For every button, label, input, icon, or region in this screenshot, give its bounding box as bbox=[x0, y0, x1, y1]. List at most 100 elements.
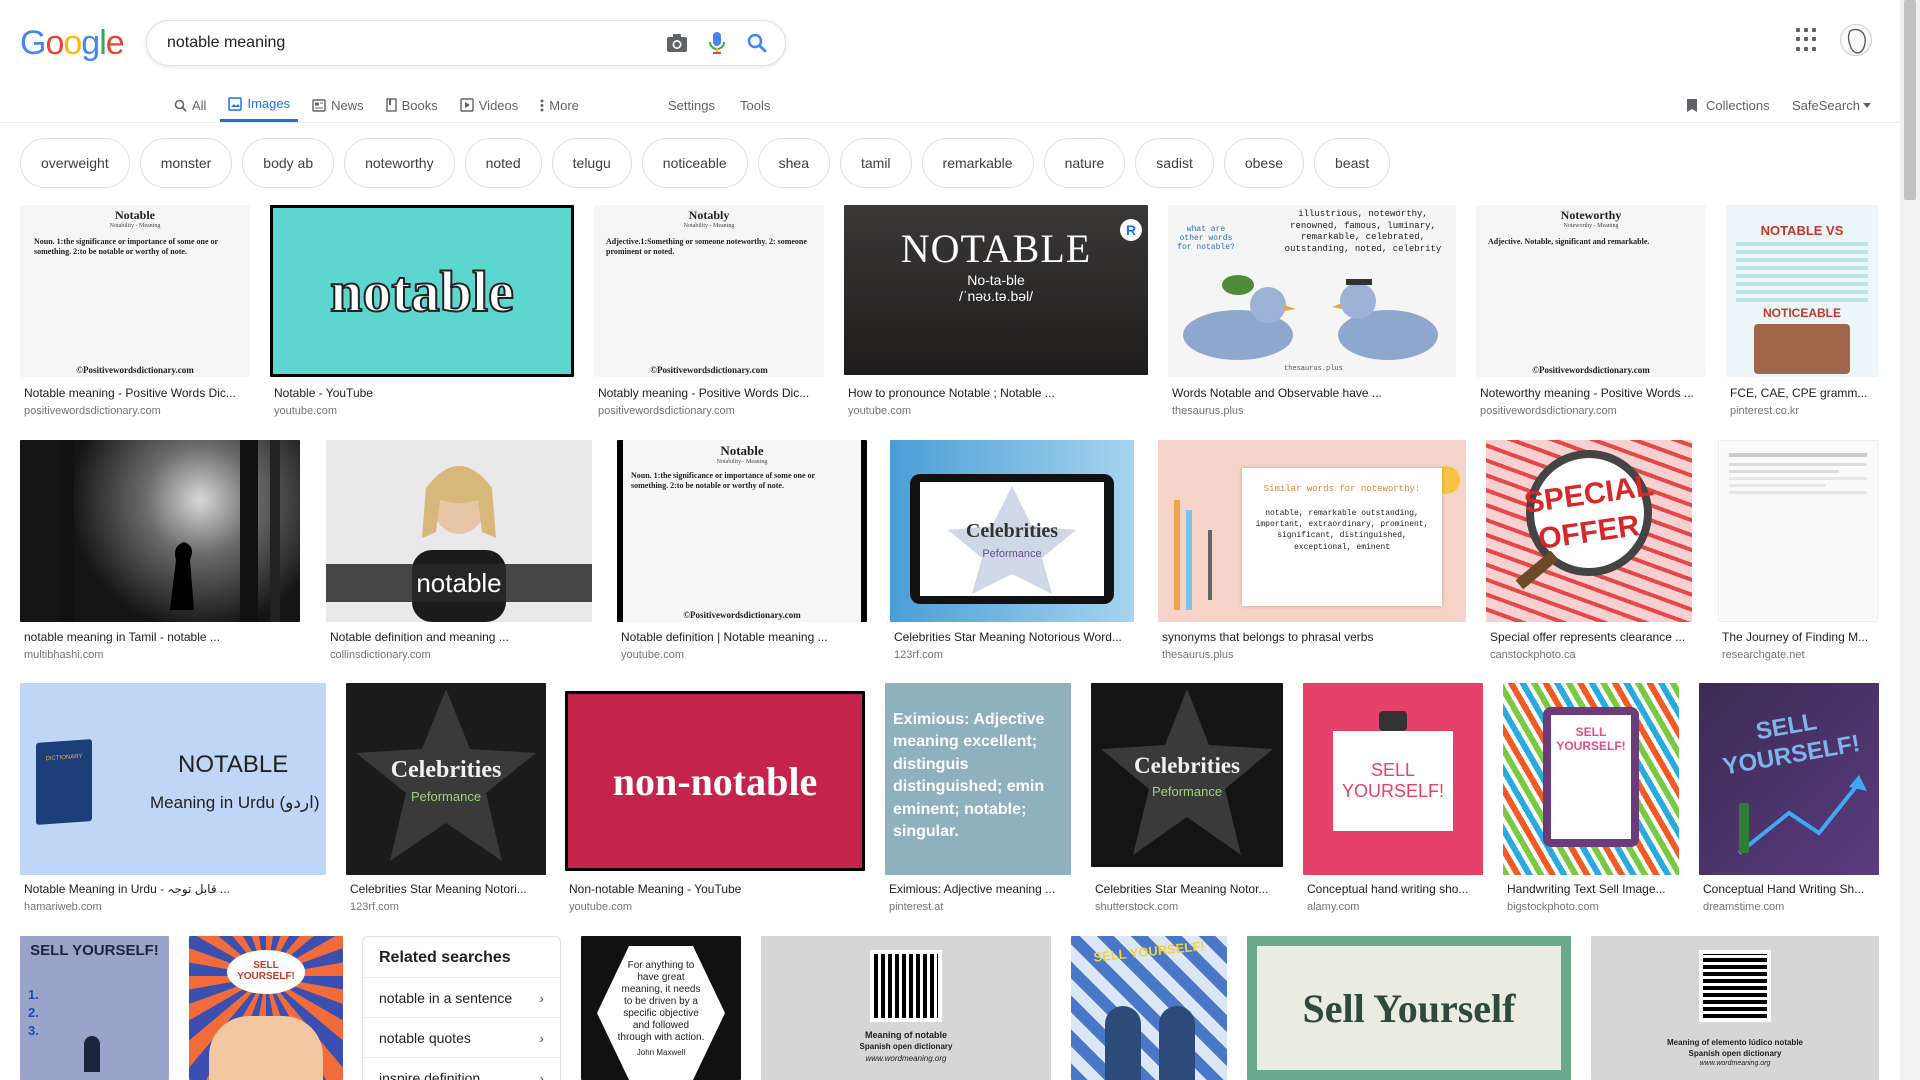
result-source[interactable]: alamy.com bbox=[1307, 901, 1483, 913]
search-input[interactable]: notable meaning bbox=[167, 34, 657, 52]
related-search-item[interactable]: notable quotes › bbox=[363, 1017, 560, 1057]
image-result[interactable]: Eximious: Adjective meaning excellent; d… bbox=[885, 683, 1071, 915]
result-caption[interactable]: Words Notable and Observable have ... bbox=[1172, 386, 1456, 400]
result-caption[interactable]: Notable definition and meaning ... bbox=[330, 630, 592, 644]
chip[interactable]: noted bbox=[464, 138, 542, 188]
chip[interactable]: obese bbox=[1223, 138, 1305, 188]
tab-images[interactable]: Images bbox=[220, 88, 299, 122]
chip[interactable]: overweight bbox=[20, 138, 130, 188]
chip[interactable]: sadist bbox=[1135, 138, 1214, 188]
scrollbar-thumb[interactable] bbox=[1904, 0, 1916, 200]
chip[interactable]: tamil bbox=[839, 138, 912, 188]
chip[interactable]: telugu bbox=[551, 138, 632, 188]
result-source[interactable]: youtube.com bbox=[569, 901, 865, 913]
result-thumbnail[interactable]: SPECIAL OFFER bbox=[1486, 440, 1692, 622]
result-caption[interactable]: FCE, CAE, CPE gramm... bbox=[1730, 386, 1880, 400]
image-result[interactable]: Celebrities Peformance Celebrities Star … bbox=[890, 440, 1134, 661]
scrollbar[interactable] bbox=[1900, 0, 1920, 1080]
chip[interactable]: shea bbox=[757, 138, 830, 188]
result-thumbnail[interactable]: non-notable bbox=[565, 691, 865, 871]
image-result[interactable]: notable Notable - YouTube youtube.com bbox=[270, 205, 574, 425]
result-thumbnail[interactable]: NOTABLE VS NOTICEABLE bbox=[1726, 205, 1878, 377]
result-thumbnail[interactable]: Meaning of notable Spanish open dictiona… bbox=[761, 936, 1051, 1080]
result-caption[interactable]: How to pronounce Notable ; Notable ... bbox=[848, 386, 1148, 400]
result-caption[interactable]: Eximious: Adjective meaning ... bbox=[889, 882, 1071, 896]
image-result[interactable]: notable meaning in Tamil - notable ... m… bbox=[20, 440, 300, 661]
image-result[interactable]: Sell Yourself bbox=[1247, 936, 1571, 1080]
image-result[interactable]: SELL YOURSELF! Handwriting Text Sell Ima… bbox=[1503, 683, 1679, 915]
image-result[interactable]: non-notable Non-notable Meaning - YouTub… bbox=[565, 683, 865, 915]
image-result[interactable]: NOTABLE No-ta-ble /ˈnəʊ.tə.bəl/ R How to… bbox=[844, 205, 1148, 425]
result-caption[interactable]: synonyms that belongs to phrasal verbs bbox=[1162, 630, 1466, 644]
result-caption[interactable]: Handwriting Text Sell Image... bbox=[1507, 882, 1679, 896]
result-caption[interactable]: Celebrities Star Meaning Notori... bbox=[350, 882, 546, 896]
image-result[interactable]: DICTIONARY NOTABLE Meaning in Urdu (اردو… bbox=[20, 683, 326, 915]
image-result[interactable]: Notable Notability - Meaning Noun. 1:the… bbox=[20, 205, 250, 425]
chip[interactable]: beast bbox=[1314, 138, 1391, 188]
chip[interactable]: remarkable bbox=[921, 138, 1034, 188]
tools-link[interactable]: Tools bbox=[740, 88, 770, 122]
result-source[interactable]: dreamstime.com bbox=[1703, 901, 1879, 913]
result-thumbnail[interactable]: SELL YOURSELF! 1. 2. 3. bbox=[20, 936, 169, 1080]
result-thumbnail[interactable]: Celebrities Peformance bbox=[1091, 683, 1283, 867]
result-thumbnail[interactable]: SELL YOURSELF! bbox=[1071, 936, 1227, 1080]
chip[interactable]: monster bbox=[139, 138, 233, 188]
image-result[interactable]: Meaning of notable Spanish open dictiona… bbox=[761, 936, 1051, 1080]
result-thumbnail[interactable]: notable bbox=[270, 205, 574, 377]
tab-all[interactable]: All bbox=[166, 88, 214, 122]
result-thumbnail[interactable]: Notable Notability - Meaning Noun. 1:the… bbox=[617, 440, 867, 622]
search-box[interactable]: notable meaning bbox=[146, 20, 786, 66]
mic-icon[interactable] bbox=[697, 23, 737, 63]
result-caption[interactable]: Notably meaning - Positive Words Dic... bbox=[598, 386, 824, 400]
result-source[interactable]: shutterstock.com bbox=[1095, 901, 1283, 913]
result-caption[interactable]: Notable - YouTube bbox=[274, 386, 574, 400]
result-source[interactable]: multibhashi.com bbox=[24, 649, 300, 661]
related-search-item[interactable]: inspire definition › bbox=[363, 1057, 560, 1080]
result-thumbnail[interactable]: SELL YOURSELF! bbox=[1699, 683, 1879, 875]
result-thumbnail[interactable]: Notably Notability - Meaning Adjective.1… bbox=[594, 205, 824, 377]
result-thumbnail[interactable]: notable bbox=[326, 440, 592, 622]
tab-books[interactable]: Books bbox=[378, 88, 446, 122]
result-caption[interactable]: Conceptual Hand Writing Sh... bbox=[1703, 882, 1879, 896]
image-result[interactable]: The Journey of Finding M... researchgate… bbox=[1718, 440, 1878, 661]
image-result[interactable]: SELL YOURSELF! Conceptual hand writing s… bbox=[1303, 683, 1483, 915]
result-thumbnail[interactable]: Sell Yourself bbox=[1247, 936, 1571, 1080]
tab-news[interactable]: News bbox=[304, 88, 372, 122]
result-thumbnail[interactable]: Notable Notability - Meaning Noun. 1:the… bbox=[20, 205, 250, 377]
result-thumbnail[interactable]: SELL YOURSELF! bbox=[1503, 683, 1679, 875]
camera-icon[interactable] bbox=[657, 23, 697, 63]
result-thumbnail[interactable]: SELL YOURSELF! bbox=[1303, 683, 1483, 875]
result-caption[interactable]: Non-notable Meaning - YouTube bbox=[569, 882, 865, 896]
safesearch-dropdown[interactable]: SafeSearch bbox=[1792, 88, 1871, 122]
result-caption[interactable]: Notable Meaning in Urdu - قابل توجہ ... bbox=[24, 882, 326, 896]
result-source[interactable]: collinsdictionary.com bbox=[330, 649, 592, 661]
result-source[interactable]: youtube.com bbox=[274, 405, 574, 417]
tab-more[interactable]: More bbox=[532, 88, 587, 122]
image-result[interactable]: what are other words for notable? illust… bbox=[1168, 205, 1456, 425]
result-source[interactable]: thesaurus.plus bbox=[1172, 405, 1456, 417]
result-source[interactable]: 123rf.com bbox=[894, 649, 1134, 661]
result-source[interactable]: pinterest.co.kr bbox=[1730, 405, 1880, 417]
result-source[interactable]: positivewordsdictionary.com bbox=[1480, 405, 1706, 417]
image-result[interactable]: SELL YOURSELF! bbox=[189, 936, 343, 1080]
result-thumbnail[interactable]: Eximious: Adjective meaning excellent; d… bbox=[885, 683, 1071, 875]
chip[interactable]: body ab bbox=[242, 138, 335, 188]
result-source[interactable]: pinterest.at bbox=[889, 901, 1071, 913]
chip[interactable]: noteworthy bbox=[344, 138, 455, 188]
result-thumbnail[interactable]: SELL YOURSELF! bbox=[189, 936, 343, 1080]
result-source[interactable]: youtube.com bbox=[848, 405, 1148, 417]
result-source[interactable]: bigstockphoto.com bbox=[1507, 901, 1679, 913]
result-caption[interactable]: Notable meaning - Positive Words Dic... bbox=[24, 386, 250, 400]
result-thumbnail[interactable]: what are other words for notable? illust… bbox=[1168, 205, 1456, 377]
result-source[interactable]: positivewordsdictionary.com bbox=[24, 405, 250, 417]
result-caption[interactable]: Notable definition | Notable meaning ... bbox=[621, 630, 867, 644]
result-caption[interactable]: notable meaning in Tamil - notable ... bbox=[24, 630, 300, 644]
result-source[interactable]: positivewordsdictionary.com bbox=[598, 405, 824, 417]
image-result[interactable]: Notably Notability - Meaning Adjective.1… bbox=[594, 205, 824, 425]
image-result[interactable]: SPECIAL OFFER Special offer represents c… bbox=[1486, 440, 1692, 661]
image-result[interactable]: Celebrities Peformance Celebrities Star … bbox=[346, 683, 546, 915]
apps-grid-icon[interactable] bbox=[1796, 28, 1820, 52]
settings-link[interactable]: Settings bbox=[668, 88, 715, 122]
result-source[interactable]: 123rf.com bbox=[350, 901, 546, 913]
result-thumbnail[interactable] bbox=[20, 440, 300, 622]
